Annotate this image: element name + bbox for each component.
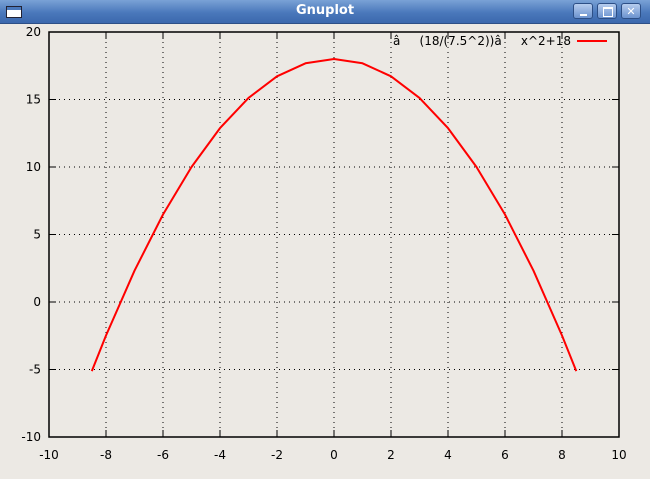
y-tick-label: -5 bbox=[29, 363, 41, 377]
y-tick-label: 10 bbox=[26, 160, 41, 174]
x-tick-label: -10 bbox=[39, 448, 59, 462]
y-tick-label: 20 bbox=[26, 25, 41, 39]
x-tick-label: -2 bbox=[271, 448, 283, 462]
close-icon: ✕ bbox=[626, 5, 636, 18]
maximize-button[interactable] bbox=[597, 3, 617, 19]
tick-labels: -10 -8 -6 -4 -2 0 2 4 6 8 10 -10 -5 0 5 10 15 20 bbox=[21, 25, 626, 462]
minimize-button[interactable] bbox=[573, 3, 593, 19]
window-title: Gnuplot bbox=[295, 3, 355, 18]
series-group bbox=[90, 58, 578, 372]
x-tick-label: 8 bbox=[558, 448, 566, 462]
x-tick-label: -4 bbox=[214, 448, 226, 462]
title-bar[interactable]: Gnuplot ✕ bbox=[0, 0, 650, 24]
grid bbox=[49, 32, 619, 437]
series-line bbox=[90, 58, 578, 372]
plot-area[interactable]: -10 -8 -6 -4 -2 0 2 4 6 8 10 -10 -5 0 5 10 15 20 â(18/(… bbox=[0, 24, 650, 479]
y-tick-label: 0 bbox=[33, 295, 41, 309]
x-tick-label: -6 bbox=[157, 448, 169, 462]
x-tick-label: -8 bbox=[100, 448, 112, 462]
y-tick-label: 5 bbox=[33, 228, 41, 242]
legend-label: â(18/(7.5^2))âx^2+18 bbox=[393, 34, 571, 48]
x-tick-label: 2 bbox=[387, 448, 395, 462]
y-tick-label: 15 bbox=[26, 93, 41, 107]
legend: â(18/(7.5^2))âx^2+18 bbox=[393, 34, 607, 48]
x-tick-label: 6 bbox=[501, 448, 509, 462]
close-button[interactable]: ✕ bbox=[621, 3, 641, 19]
x-tick-label: 0 bbox=[330, 448, 338, 462]
y-tick-label: -10 bbox=[21, 430, 41, 444]
gnuplot-window: Gnuplot ✕ -10 -8 -6 -4 -2 0 2 4 6 8 10 -10 -5 0 5 10 15 2… bbox=[0, 0, 650, 479]
x-tick-label: 10 bbox=[611, 448, 626, 462]
x-tick-label: 4 bbox=[444, 448, 452, 462]
